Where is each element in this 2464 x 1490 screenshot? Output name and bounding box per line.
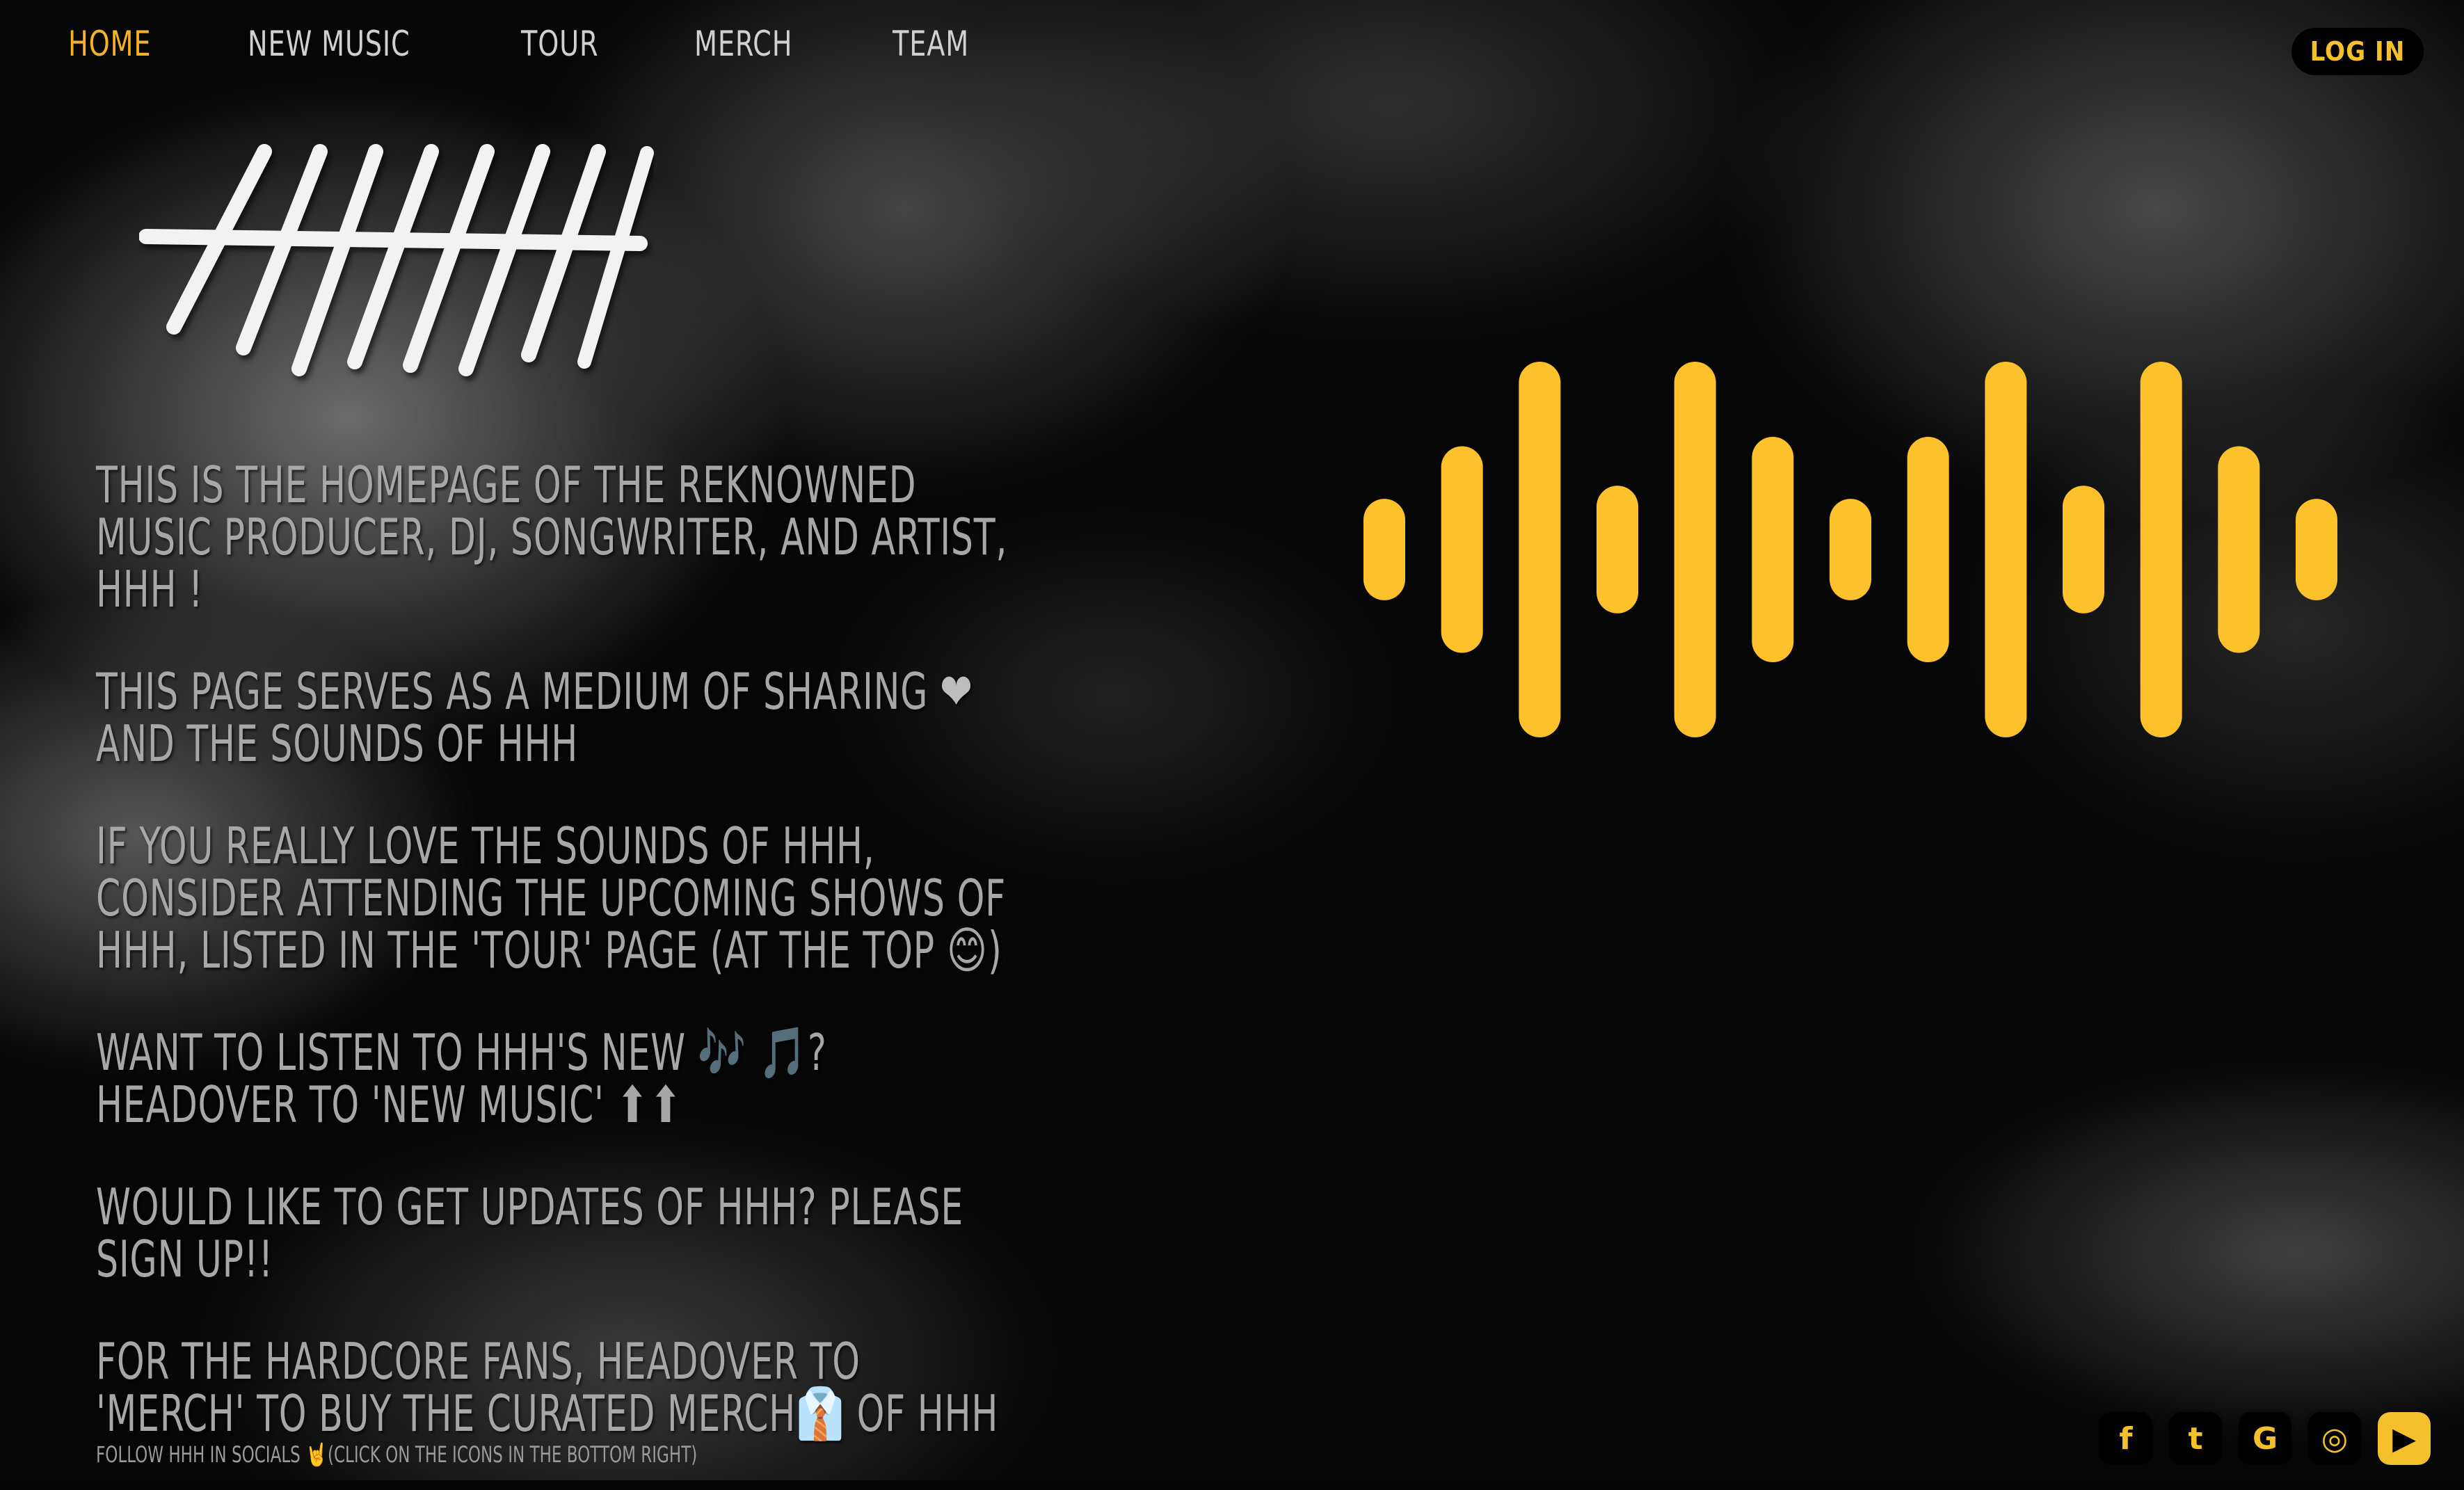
instagram-icon[interactable]: ◎ (2308, 1412, 2361, 1465)
wave-bar (1441, 446, 1483, 653)
music-notes-icon: 🎶 (697, 1023, 747, 1082)
intro-text: THIS IS THE HOMEPAGE OF THE REKNOWNED MU… (96, 459, 1014, 1490)
intro-paragraph-1: THIS IS THE HOMEPAGE OF THE REKNOWNED MU… (96, 456, 1008, 618)
smile-icon: 😊 (946, 921, 989, 979)
wave-bar (2296, 499, 2337, 600)
wave-bar (1985, 362, 2027, 737)
nav-tour[interactable]: TOUR (521, 21, 598, 67)
wave-bar (1830, 499, 1871, 600)
wave-bar (2218, 446, 2260, 653)
nav-merch[interactable]: MERCH (694, 21, 792, 67)
intro-paragraph-3: IF YOU REALLY LOVE THE SOUNDS OF HHH, CO… (96, 817, 1006, 979)
intro-paragraph-4: WANT TO LISTEN TO HHH'S NEW 🎶 🎵? HEADOVE… (96, 1023, 827, 1134)
nav-home[interactable]: HOME (68, 21, 151, 67)
intro-paragraph-5: WOULD LIKE TO GET UPDATES OF HHH? PLEASE… (96, 1178, 964, 1288)
music-note-icon: 🎵 (758, 1023, 808, 1082)
google-icon[interactable]: G (2239, 1412, 2291, 1465)
wave-bar (1597, 486, 1638, 614)
hhh-logo (139, 144, 654, 376)
sound-wave-graphic (1363, 362, 2337, 737)
wave-bar (2063, 486, 2104, 614)
shirt-icon: 👔 (796, 1384, 845, 1443)
up-arrows-icon: ⬆⬆ (616, 1075, 683, 1134)
login-button[interactable]: LOG IN (2291, 28, 2424, 75)
youtube-icon[interactable]: ▶ (2378, 1412, 2431, 1465)
nav-new-music[interactable]: NEW MUSIC (248, 21, 410, 67)
wave-bar (1907, 437, 1949, 662)
wave-bar (1519, 362, 1561, 737)
wave-bar (2140, 362, 2182, 737)
intro-paragraph-6: FOR THE HARDCORE FANS, HEADOVER TO 'MERC… (96, 1332, 999, 1443)
facebook-icon[interactable]: f (2099, 1412, 2152, 1465)
follow-socials-note: FOLLOW HHH IN SOCIALS 🤘(CLICK ON THE ICO… (96, 1441, 698, 1468)
intro-paragraph-2: THIS PAGE SERVES AS A MEDIUM OF SHARING … (96, 662, 973, 773)
nav-team[interactable]: TEAM (893, 21, 969, 67)
top-nav: HOME NEW MUSIC TOUR MERCH TEAM (68, 21, 1064, 67)
social-links: f t G ◎ ▶ (2099, 1412, 2431, 1465)
twitter-icon[interactable]: t (2169, 1412, 2222, 1465)
heart-icon: ❤ (939, 662, 973, 721)
wave-bar (1752, 437, 1794, 662)
rock-horns-icon: 🤘 (305, 1441, 328, 1468)
wave-bar (1363, 499, 1405, 600)
wave-bar (1674, 362, 1716, 737)
